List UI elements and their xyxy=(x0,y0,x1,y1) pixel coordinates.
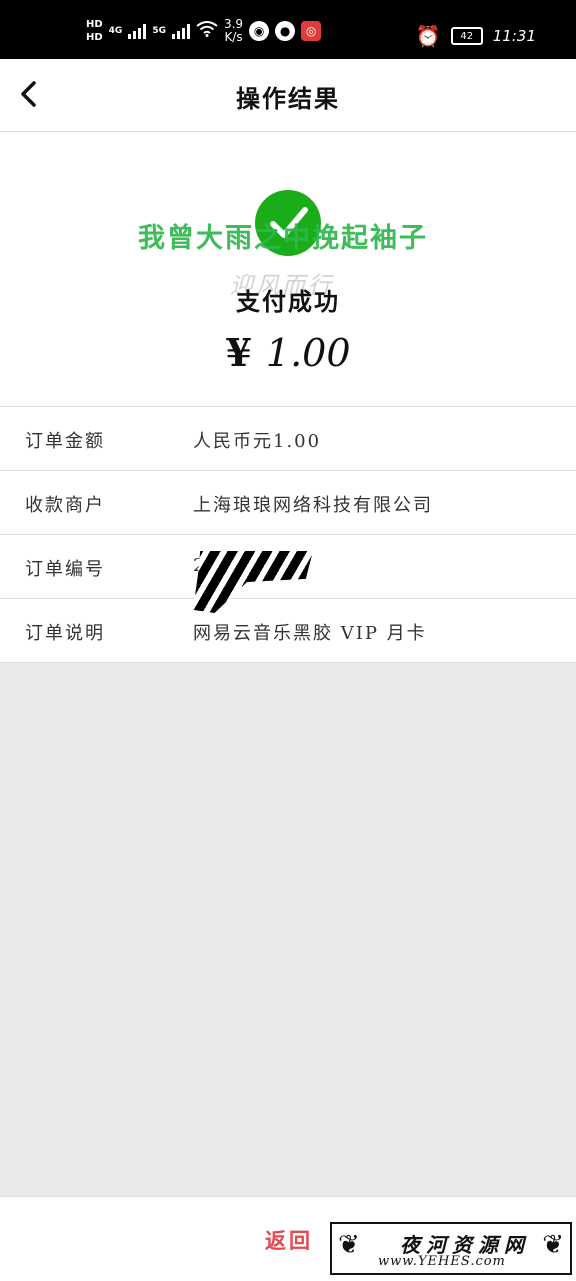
battery-icon: 42 xyxy=(450,27,483,45)
detail-value: 网易云音乐黑胶 VIP 月卡 xyxy=(193,623,427,644)
status-left-group: HD HD 4G 5G 3.9 K/s ◉ ● ◎ xyxy=(86,18,322,44)
app-notification-icon: ◉ xyxy=(249,21,270,41)
ornament-left-icon: ❦ xyxy=(338,1230,360,1260)
currency-symbol: ¥ xyxy=(225,330,252,375)
watermark-text: 我曾大雨之中挽起袖子 xyxy=(138,223,428,254)
navigation-bar: 操作结果 xyxy=(0,59,576,132)
payment-status: 支付成功 xyxy=(236,287,340,316)
hd-badge-2: HD xyxy=(86,32,103,43)
return-button[interactable]: 返回 xyxy=(265,1225,313,1255)
signal-strength-icon xyxy=(128,23,147,39)
clock: 11:31 xyxy=(492,27,536,45)
logo-url: www.YEHES.com xyxy=(378,1254,506,1269)
bottom-bar: 返回 ❦ 夜河资源网 www.YEHES.com ❦ xyxy=(0,1196,576,1281)
status-bar: HD HD 4G 5G 3.9 K/s ◉ ● ◎ ⏰ 42 11:31 xyxy=(0,0,576,59)
bank-notification-icon: ◎ xyxy=(301,21,322,41)
hd-indicators: HD HD xyxy=(86,19,103,43)
payment-result-card: 我曾大雨之中挽起袖子 迎风而行 支付成功 ¥1.00 xyxy=(0,132,576,407)
network-type-2: 5G xyxy=(152,26,166,36)
network-type-1: 4G xyxy=(108,26,123,36)
page-title: 操作结果 xyxy=(236,84,340,113)
wifi-icon xyxy=(196,21,218,41)
detail-row-description: 订单说明 网易云音乐黑胶 VIP 月卡 xyxy=(0,599,576,663)
detail-value: 人民币元1.00 xyxy=(193,431,322,452)
detail-row-order-amount: 订单金额 人民币元1.00 xyxy=(0,407,576,471)
ornament-right-icon: ❦ xyxy=(542,1230,564,1260)
detail-label: 收款商户 xyxy=(25,495,105,516)
chat-notification-icon: ● xyxy=(275,21,296,41)
amount-value: 1.00 xyxy=(265,331,351,375)
detail-label: 订单说明 xyxy=(25,623,105,644)
network-speed: 3.9 K/s xyxy=(224,18,243,44)
payment-amount: ¥1.00 xyxy=(0,330,576,375)
speed-unit: K/s xyxy=(224,30,243,44)
detail-label: 订单金额 xyxy=(25,431,105,452)
hd-badge-1: HD xyxy=(86,19,103,30)
signal-strength-icon xyxy=(171,23,190,39)
order-details-list: 订单金额 人民币元1.00 收款商户 上海琅琅网络科技有限公司 订单编号 2, … xyxy=(0,407,576,663)
status-right-group: ⏰ 42 11:31 xyxy=(416,24,536,48)
detail-value: 上海琅琅网络科技有限公司 xyxy=(193,495,433,516)
site-logo: ❦ 夜河资源网 www.YEHES.com ❦ xyxy=(330,1222,572,1275)
detail-row-merchant: 收款商户 上海琅琅网络科技有限公司 xyxy=(0,471,576,535)
speed-value: 3.9 xyxy=(223,17,244,31)
alarm-icon: ⏰ xyxy=(415,24,441,48)
detail-label: 订单编号 xyxy=(25,559,105,580)
